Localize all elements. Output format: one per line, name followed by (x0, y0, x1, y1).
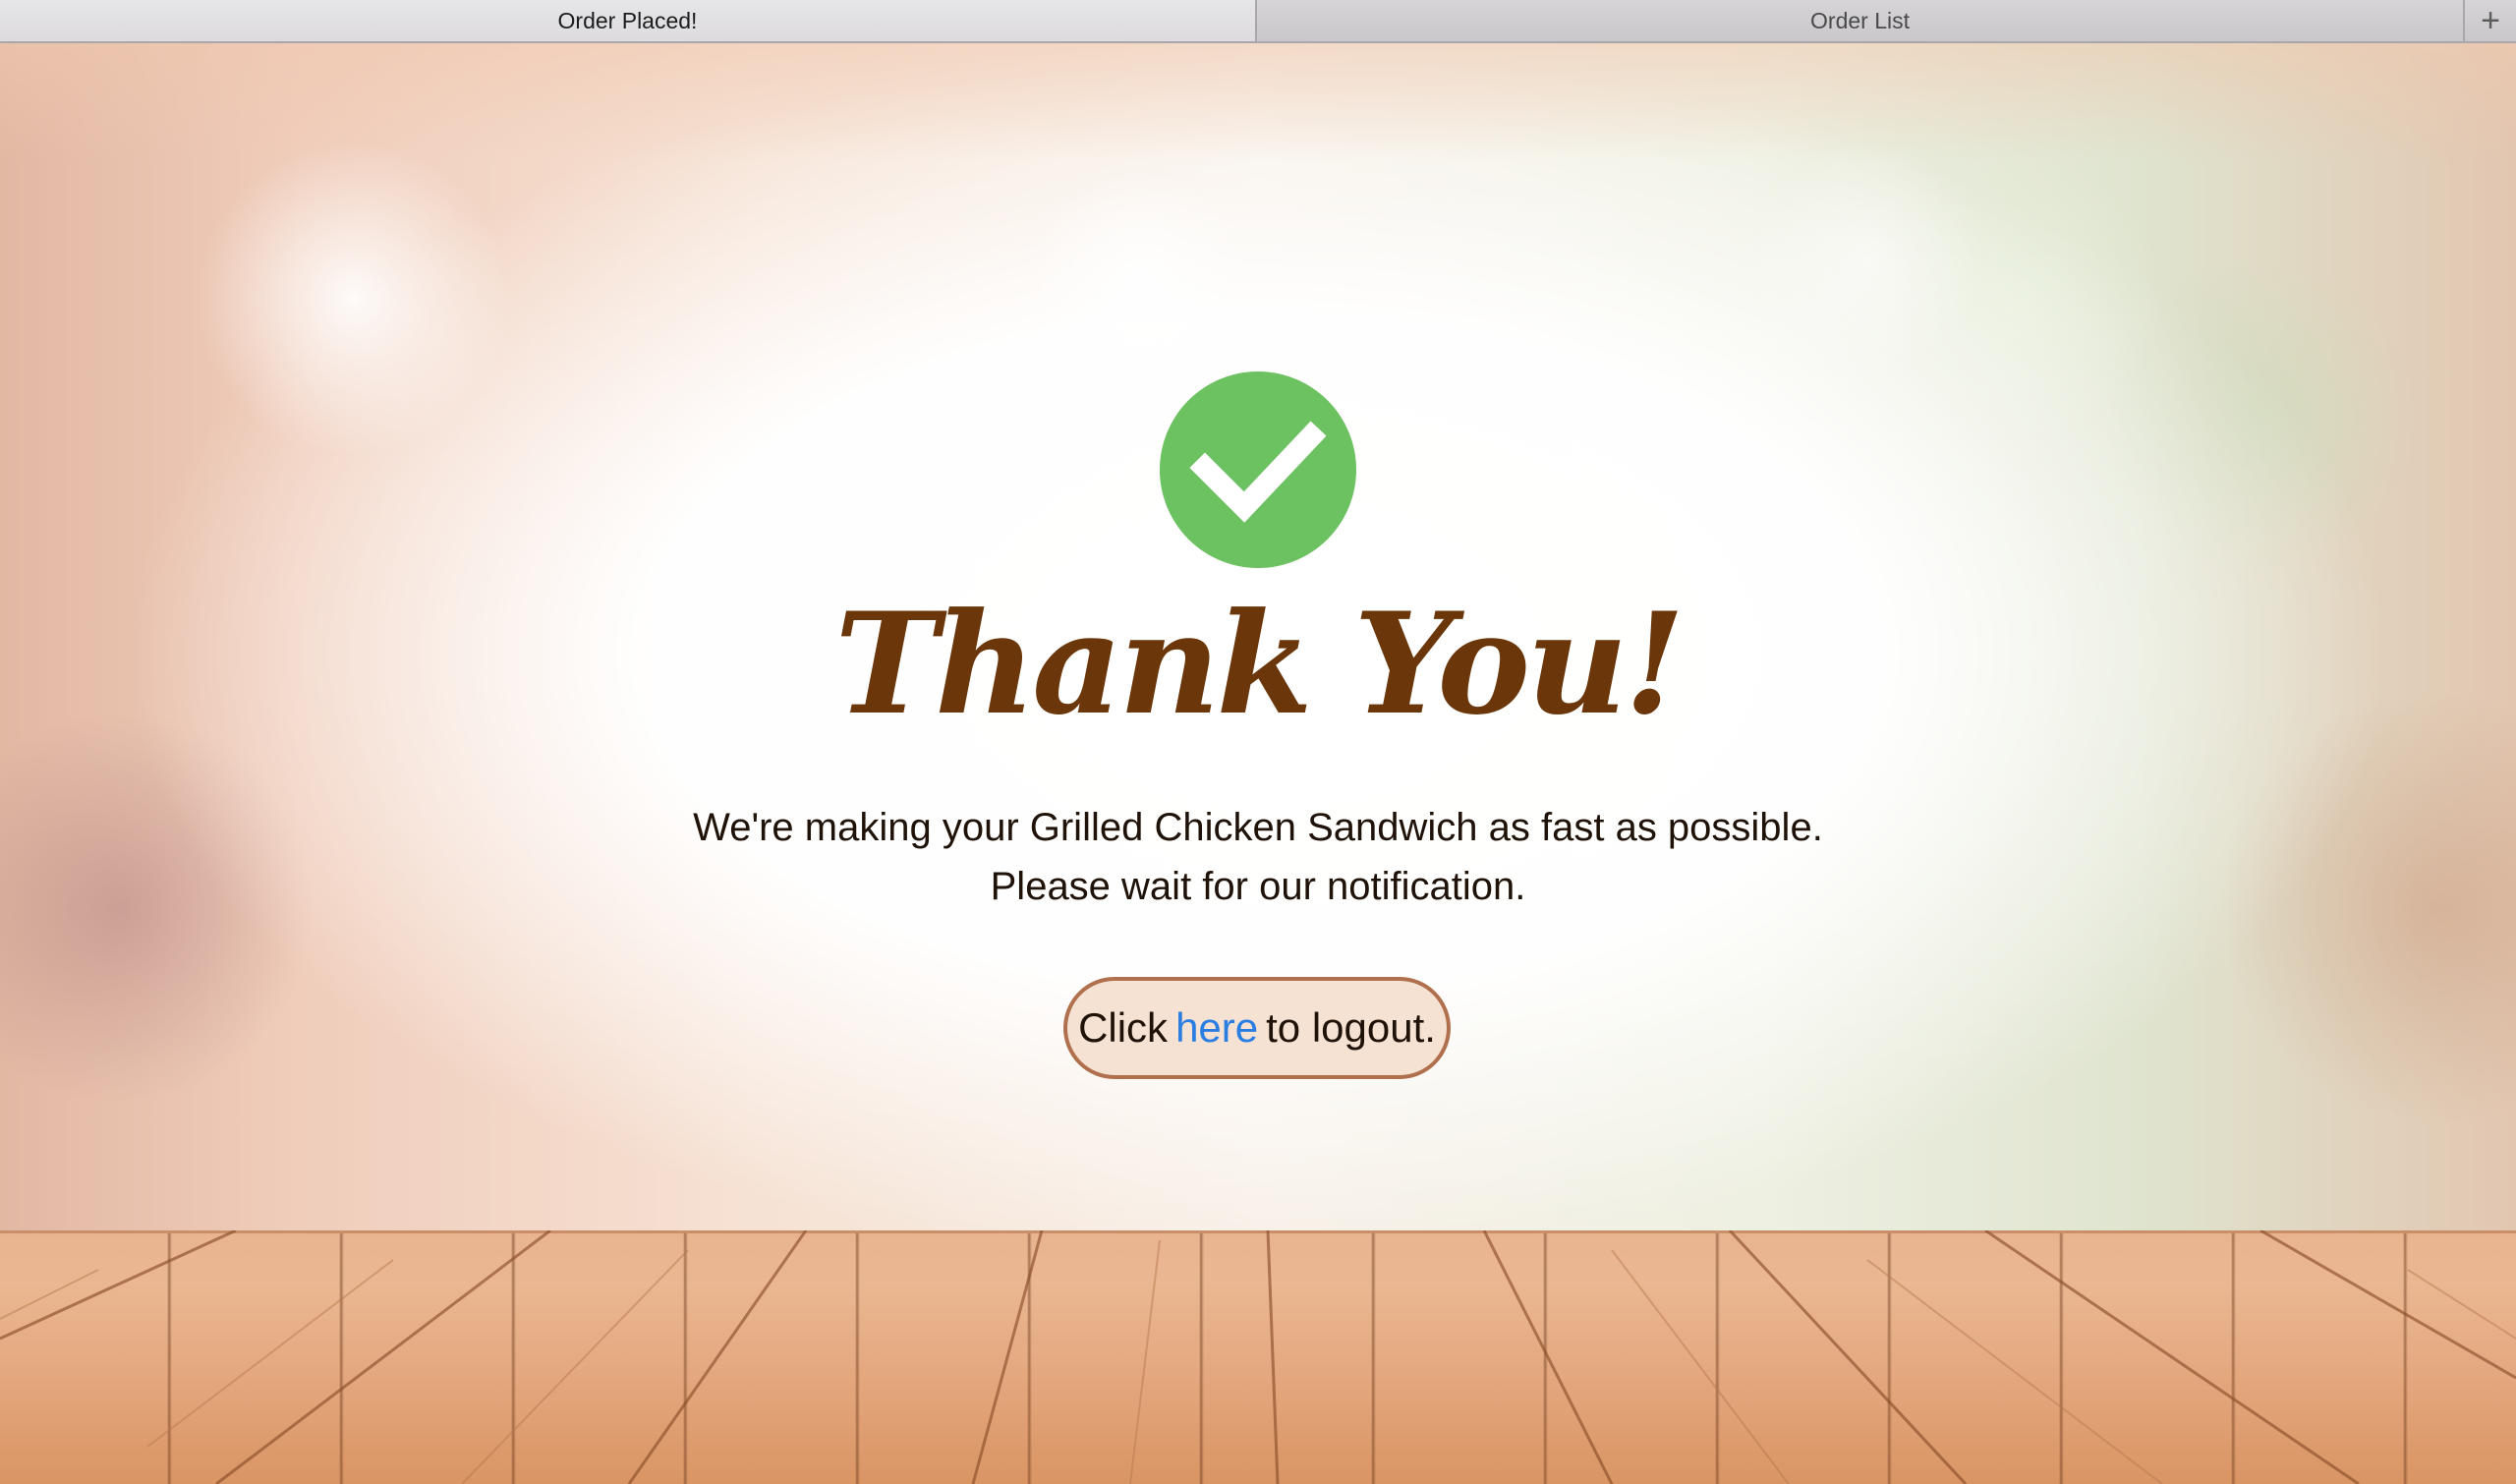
tab-order-placed[interactable]: Order Placed! (0, 0, 1257, 41)
page-title: Thank You! (834, 583, 1685, 746)
page-background (0, 43, 2516, 1484)
tab-bar: Order Placed! Order List + (0, 0, 2516, 43)
tab-order-list[interactable]: Order List (1257, 0, 2463, 41)
new-tab-button[interactable]: + (2463, 0, 2516, 41)
checkmark-glyph (1189, 421, 1327, 523)
tab-label: Order List (1810, 7, 1911, 33)
tab-label: Order Placed! (557, 7, 698, 33)
plus-icon: + (2481, 1, 2500, 39)
wood-plank-lines (0, 1230, 2516, 1484)
logout-prompt: Click here to logout. (1063, 977, 1451, 1079)
logout-prefix-text: Click (1078, 1004, 1169, 1051)
browser-window: Order Placed! Order List + Thank You! We… (0, 0, 2516, 1484)
message-line-1: We're making your Grilled Chicken Sandwi… (693, 806, 1823, 849)
logout-link[interactable]: here (1175, 1004, 1258, 1052)
checkmark-icon (1160, 371, 1356, 568)
order-status-message: We're making your Grilled Chicken Sandwi… (0, 798, 2516, 916)
logout-suffix-text: to logout. (1266, 1004, 1436, 1051)
message-line-2: Please wait for our notification. (990, 865, 1526, 908)
